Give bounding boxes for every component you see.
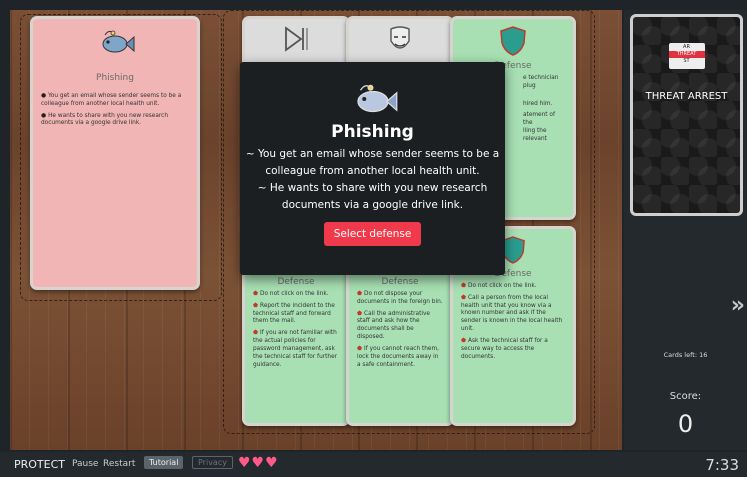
- defense-item: ⬟ Call the administrative staff and ask h…: [357, 310, 430, 341]
- modal-text: documents via a google drive link.: [281, 199, 464, 211]
- brand-label: PROTECT: [14, 458, 66, 471]
- privacy-button[interactable]: Privacy: [192, 456, 233, 469]
- threat-deck[interactable]: AR THREAT ST THREAT ARREST: [630, 14, 743, 216]
- cards-left-counter: Cards left: 16: [663, 351, 708, 359]
- modal-title: Phishing: [331, 122, 414, 142]
- logo-text: THREAT: [668, 51, 705, 58]
- threat-card-bullet: ● You get an email whose sender seems to …: [41, 93, 182, 107]
- fish-icon: [356, 84, 397, 113]
- card-text: hired him.: [523, 100, 553, 107]
- threat-card-title: Phishing: [96, 73, 134, 83]
- threat-card-bullet: ● He wants to share with you new research…: [41, 112, 169, 127]
- deck-title: THREAT ARREST: [645, 91, 728, 102]
- shield-icon: [500, 26, 526, 56]
- phishing-modal: Phishing ~ You get an email whose sender…: [240, 62, 505, 275]
- pause-button[interactable]: Pause: [72, 459, 98, 469]
- card-text: lling the relevant: [523, 128, 547, 142]
- defense-item: ⬟ Call a person from the local health uni…: [461, 294, 563, 333]
- card-text: atement of the: [523, 112, 555, 127]
- defense-item: ⬟ If you cannot reach them, lock the docu…: [357, 345, 439, 368]
- chevron-right-double-icon[interactable]: »: [731, 293, 745, 318]
- threat-card[interactable]: Phishing ● You get an email whose sender …: [30, 16, 200, 290]
- logo-text: AR: [683, 44, 690, 50]
- tutorial-button[interactable]: Tutorial: [144, 456, 184, 469]
- bottom-bar: PROTECT Pause Restart Tutorial Privacy ♥…: [0, 452, 747, 477]
- select-defense-button[interactable]: Select defense: [323, 222, 422, 246]
- defense-card-title: Defense: [381, 277, 419, 287]
- mask-icon: [390, 26, 410, 49]
- card-text: e technician plug: [523, 75, 559, 89]
- skip-icon: [285, 26, 308, 52]
- threat-arrest-logo: AR THREAT ST: [668, 43, 705, 69]
- lives-hearts-icon: ♥♥♥: [238, 455, 279, 471]
- modal-text: ~ You get an email whose sender seems to…: [245, 148, 500, 160]
- defense-item: ⬟ Do not click on the link.: [461, 283, 537, 289]
- defense-item: ⬟ If you are not familiar with the actual…: [253, 330, 338, 368]
- game-clock: 7:33: [705, 456, 739, 474]
- defense-item: ⬟ Ask the technical staff for a secure wa…: [461, 337, 548, 360]
- score-label: Score:: [669, 391, 702, 402]
- right-panel: AR THREAT ST THREAT ARREST » Cards left:…: [624, 10, 747, 450]
- fish-icon: [102, 30, 135, 53]
- defense-item: ⬟ Do not click on the link.: [253, 291, 329, 297]
- score-value: 0: [677, 410, 694, 438]
- defense-card-title: Defense: [277, 277, 315, 287]
- modal-text: colleague from another local health unit…: [265, 165, 480, 177]
- modal-text: ~ He wants to share with you new researc…: [257, 182, 488, 194]
- restart-button[interactable]: Restart: [103, 459, 135, 469]
- defense-item: ⬟ Report the incident to the technical st…: [253, 302, 335, 325]
- defense-item: ⬟ Do not dispose your documents in the fo…: [357, 291, 443, 305]
- logo-text: ST: [683, 58, 690, 64]
